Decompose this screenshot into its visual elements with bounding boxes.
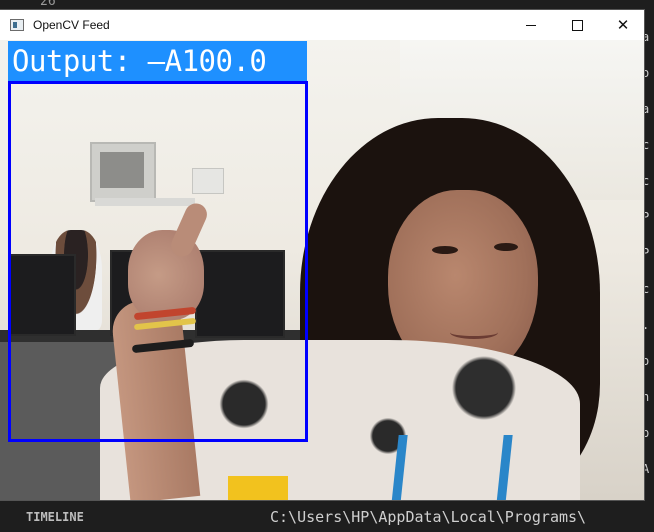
- window-app-icon: [10, 19, 24, 31]
- maximize-button[interactable]: [554, 10, 600, 40]
- terminal-path-text: C:\Users\HP\AppData\Local\Programs\: [270, 508, 587, 526]
- yellow-object: [228, 476, 288, 500]
- close-icon: ✕: [616, 15, 630, 34]
- timeline-panel-label[interactable]: TIMELINE: [26, 510, 84, 524]
- window-title: OpenCV Feed: [33, 18, 110, 32]
- window-titlebar[interactable]: OpenCV Feed ✕: [0, 10, 644, 40]
- opencv-window[interactable]: OpenCV Feed ✕ Output: —A100.0: [0, 10, 644, 500]
- prediction-output-label: Output: —A100.0: [8, 41, 307, 81]
- close-button[interactable]: ✕: [600, 10, 644, 40]
- subject-mouth: [450, 326, 498, 339]
- subject-eye-left: [432, 246, 458, 254]
- detection-bounding-box: [8, 81, 308, 442]
- subject-eye-right: [494, 243, 518, 251]
- minimize-button[interactable]: [508, 10, 554, 40]
- maximize-icon: [571, 19, 583, 31]
- minimize-icon: [526, 24, 536, 26]
- id-lanyard: [391, 435, 513, 500]
- editor-line-number: 26: [40, 0, 56, 9]
